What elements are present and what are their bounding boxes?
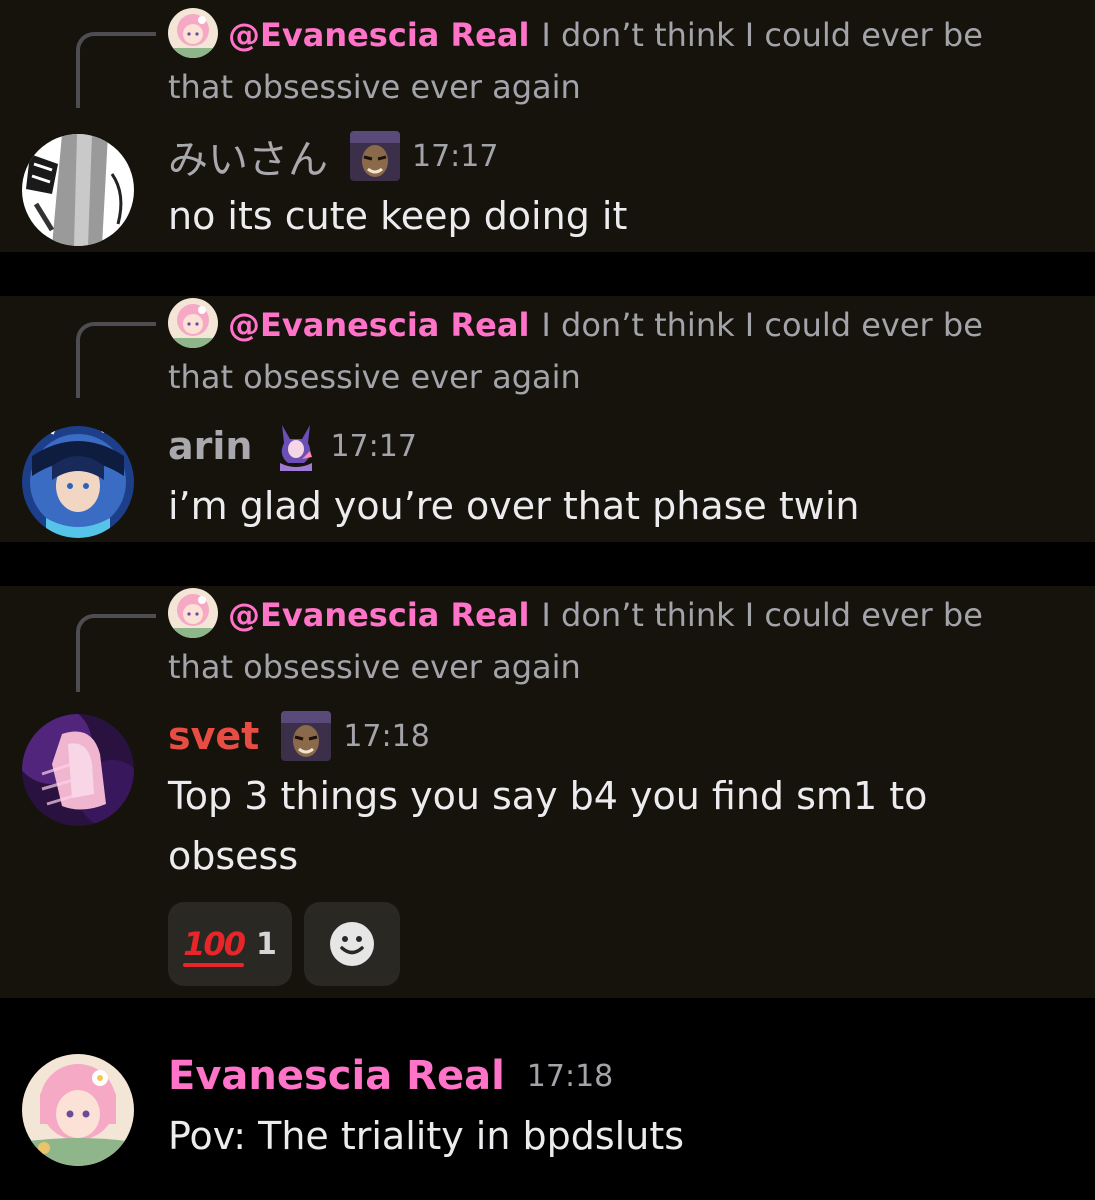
author-avatar[interactable] [22, 714, 134, 826]
reply-connector-line [76, 322, 156, 398]
message-header: svet 17:18 [168, 706, 430, 766]
message-content-line1: Top 3 things you say b4 you find sm1 to … [168, 774, 928, 878]
reactions-bar: 100 1 [168, 902, 400, 986]
reply-author[interactable]: @Evanescia Real [228, 596, 529, 634]
message-1[interactable]: @Evanescia Real I don’t think I could eve… [0, 0, 1095, 252]
reply-avatar [168, 588, 218, 638]
reaction-100[interactable]: 100 1 [168, 902, 292, 986]
author-avatar[interactable] [22, 134, 134, 246]
message-4[interactable]: Evanescia Real 17:18 Pov: The triality i… [0, 998, 1095, 1200]
message-3[interactable]: @Evanescia Real I don’t think I could eve… [0, 586, 1095, 998]
smiley-face-icon [330, 922, 374, 966]
reply-preview[interactable]: @Evanescia Real I don’t think I could eve… [168, 588, 1028, 692]
reply-text-line2: that obsessive ever again [168, 358, 581, 396]
message-header: arin 17:17 [168, 416, 417, 476]
timestamp: 17:17 [330, 428, 417, 464]
message-content: no its cute keep doing it [168, 194, 628, 238]
reply-preview[interactable]: @Evanescia Real I don’t think I could eve… [168, 8, 1028, 112]
reply-connector-line [76, 614, 156, 692]
fox-girl-icon [280, 425, 313, 471]
pink-haired-anime-avatar-icon [168, 8, 218, 58]
reply-avatar [168, 298, 218, 348]
pink-haired-anime-avatar-icon [168, 588, 218, 638]
author-name[interactable]: みいさん [168, 127, 328, 185]
reply-text-line1: I don’t think I could ever be [541, 596, 983, 634]
add-reaction-button[interactable] [304, 902, 400, 986]
pink-haired-anime-avatar-icon [22, 1054, 134, 1166]
pink-haired-anime-avatar-icon [168, 298, 218, 348]
timestamp: 17:18 [526, 1058, 614, 1094]
purple-photo-avatar-icon [22, 714, 134, 826]
dark-warrior-portrait-icon [281, 711, 332, 761]
dark-warrior-portrait-icon [350, 131, 400, 181]
message-content: Pov: The triality in bpdsluts [168, 1114, 685, 1158]
hundred-points-emoji: 100 [183, 925, 246, 967]
reply-avatar [168, 8, 218, 58]
role-icon[interactable] [281, 711, 332, 761]
reply-text-line2: that obsessive ever again [168, 68, 581, 106]
author-avatar[interactable] [22, 426, 134, 538]
reply-author[interactable]: @Evanescia Real [228, 16, 529, 54]
message-header: みいさん 17:17 [168, 126, 498, 186]
manga-sketch-avatar-icon [22, 134, 134, 246]
role-icon[interactable] [350, 131, 400, 181]
author-avatar[interactable] [22, 1054, 134, 1166]
reply-text-line1: I don’t think I could ever be [541, 16, 983, 54]
reply-connector-line [76, 32, 156, 108]
reply-text-line2: that obsessive ever again [168, 648, 581, 686]
author-name[interactable]: svet [168, 714, 259, 758]
reaction-count: 1 [255, 926, 277, 962]
blue-anime-avatar-icon [22, 426, 134, 538]
timestamp: 17:17 [412, 138, 499, 174]
author-name[interactable]: arin [168, 424, 252, 468]
reply-author[interactable]: @Evanescia Real [228, 306, 529, 344]
reply-text-line1: I don’t think I could ever be [541, 306, 983, 344]
author-name[interactable]: Evanescia Real [168, 1053, 505, 1099]
message-content: i’m glad you’re over that phase twin [168, 484, 860, 528]
timestamp: 17:18 [343, 718, 430, 754]
role-icon[interactable] [274, 421, 318, 471]
message-header: Evanescia Real 17:18 [168, 1046, 613, 1106]
message-2[interactable]: @Evanescia Real I don’t think I could eve… [0, 296, 1095, 542]
reply-preview[interactable]: @Evanescia Real I don’t think I could eve… [168, 298, 1028, 402]
